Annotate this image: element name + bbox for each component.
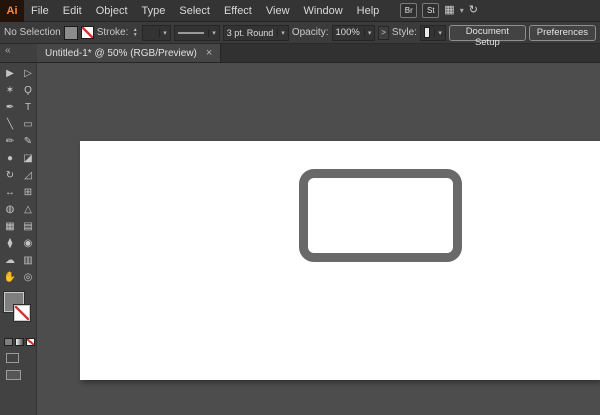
none-button[interactable] — [26, 338, 35, 346]
menu-item-select[interactable]: Select — [172, 0, 217, 21]
app-logo: Ai — [0, 0, 24, 22]
style-label: Style: — [392, 27, 417, 38]
sync-icon[interactable]: ↻ — [469, 3, 478, 18]
mesh-tool[interactable]: ▦ — [1, 218, 19, 235]
style-swatch — [424, 27, 430, 38]
blob-brush-tool[interactable]: ● — [1, 150, 19, 167]
blend-tool[interactable]: ◉ — [19, 235, 37, 252]
gradient-tool[interactable]: ▤ — [19, 218, 37, 235]
tool-grid: ▶▷✶Ϙ✒T╲▭✏✎●◪↻◿↔⊞◍△▦▤⧫◉☁▥✋◎ — [0, 63, 37, 286]
stroke-label: Stroke: — [97, 27, 129, 38]
chevron-down-icon[interactable]: ▾ — [434, 29, 442, 37]
brush-definition-dropdown[interactable]: 3 pt. Round ▾ — [223, 25, 289, 41]
direct-selection-tool[interactable]: ▷ — [19, 65, 37, 82]
rectangle-tool[interactable]: ▭ — [19, 116, 37, 133]
eraser-tool[interactable]: ◪ — [19, 150, 37, 167]
tools-panel: ▶▷✶Ϙ✒T╲▭✏✎●◪↻◿↔⊞◍△▦▤⧫◉☁▥✋◎ — [0, 63, 37, 415]
variable-width-profile-dropdown[interactable]: ▾ — [174, 25, 220, 41]
lasso-tool[interactable]: Ϙ — [19, 82, 37, 99]
brush-definition-value: 3 pt. Round — [227, 28, 274, 38]
scale-tool[interactable]: ◿ — [19, 167, 37, 184]
document-tab-bar: « Untitled-1* @ 50% (RGB/Preview) × — [0, 44, 600, 63]
menu-items: FileEditObjectTypeSelectEffectViewWindow… — [24, 0, 386, 21]
illustrator-window: Ai FileEditObjectTypeSelectEffectViewWin… — [0, 0, 600, 415]
menu-item-type[interactable]: Type — [135, 0, 173, 21]
canvas[interactable] — [37, 63, 600, 415]
width-tool[interactable]: ↔ — [1, 184, 19, 201]
chevron-down-icon[interactable]: ▾ — [277, 29, 285, 37]
menu-item-edit[interactable]: Edit — [56, 0, 89, 21]
paintbrush-tool[interactable]: ✏ — [1, 133, 19, 150]
workspace: ▶▷✶Ϙ✒T╲▭✏✎●◪↻◿↔⊞◍△▦▤⧫◉☁▥✋◎ — [0, 63, 600, 415]
color-button[interactable] — [4, 338, 13, 346]
control-bar: No Selection Stroke: ▲ ▼ ▾ ▾ 3 pt. Round… — [0, 22, 600, 44]
magic-wand-tool[interactable]: ✶ — [1, 82, 19, 99]
menu-item-effect[interactable]: Effect — [217, 0, 259, 21]
type-tool[interactable]: T — [19, 99, 37, 116]
zoom-tool[interactable]: ◎ — [19, 269, 37, 286]
eyedropper-tool[interactable]: ⧫ — [1, 235, 19, 252]
rotate-tool[interactable]: ↻ — [1, 167, 19, 184]
fill-stroke-indicator — [0, 292, 36, 334]
more-options-button[interactable]: > — [378, 26, 389, 40]
brushes-panel-button[interactable]: Br — [400, 3, 417, 18]
screen-mode-button[interactable] — [6, 370, 21, 380]
stepper-down-icon[interactable]: ▼ — [131, 33, 139, 38]
opacity-value[interactable]: 100% — [336, 27, 360, 38]
shape-builder-tool[interactable]: ◍ — [1, 201, 19, 218]
free-transform-tool[interactable]: ⊞ — [19, 184, 37, 201]
style-dropdown[interactable]: ▾ — [420, 25, 446, 41]
selection-tool[interactable]: ▶ — [1, 65, 19, 82]
rounded-rectangle-shape[interactable] — [299, 169, 462, 262]
selection-status: No Selection — [4, 27, 61, 38]
artboard[interactable] — [80, 141, 600, 380]
document-tab-title: Untitled-1* @ 50% (RGB/Preview) — [45, 48, 197, 59]
chevron-down-icon[interactable]: ▾ — [159, 29, 167, 37]
preferences-button[interactable]: Preferences — [529, 25, 596, 41]
line-segment-tool[interactable]: ╲ — [1, 116, 19, 133]
pencil-tool[interactable]: ✎ — [19, 133, 37, 150]
stroke-weight-stepper[interactable]: ▲ ▼ — [131, 28, 139, 38]
document-tab[interactable]: Untitled-1* @ 50% (RGB/Preview) × — [37, 44, 221, 62]
stroke-weight-dropdown[interactable]: ▾ — [142, 25, 171, 41]
menu-item-file[interactable]: File — [24, 0, 56, 21]
menu-item-object[interactable]: Object — [89, 0, 135, 21]
stroke-swatch[interactable] — [14, 305, 30, 321]
gradient-button[interactable] — [15, 338, 24, 346]
chevron-down-icon[interactable]: ▾ — [460, 6, 464, 15]
perspective-grid-tool[interactable]: △ — [19, 201, 37, 218]
menu-item-help[interactable]: Help — [350, 0, 387, 21]
workspace-switcher-icon[interactable]: ▦ — [444, 3, 454, 18]
opacity-field[interactable]: 100% ▾ — [332, 25, 376, 41]
opacity-label: Opacity: — [292, 27, 329, 38]
document-setup-button[interactable]: Document Setup — [449, 25, 526, 41]
menu-bar: Ai FileEditObjectTypeSelectEffectViewWin… — [0, 0, 600, 22]
chevron-down-icon[interactable]: ▾ — [208, 29, 216, 37]
stroke-color-swatch[interactable] — [81, 26, 94, 39]
hand-tool[interactable]: ✋ — [1, 269, 19, 286]
menu-item-window[interactable]: Window — [297, 0, 350, 21]
color-mode-buttons — [0, 334, 36, 346]
tab-close-icon[interactable]: × — [206, 48, 212, 58]
menu-item-view[interactable]: View — [259, 0, 297, 21]
column-graph-tool[interactable]: ▥ — [19, 252, 37, 269]
menubar-right-controls: Br St ▦ ▾ ↻ — [400, 3, 478, 18]
symbol-sprayer-tool[interactable]: ☁ — [1, 252, 19, 269]
styles-panel-button[interactable]: St — [422, 3, 439, 18]
chevron-down-icon[interactable]: ▾ — [364, 29, 372, 37]
drawing-mode-button[interactable] — [6, 353, 19, 363]
pen-tool[interactable]: ✒ — [1, 99, 19, 116]
fill-color-swatch[interactable] — [64, 26, 78, 40]
width-profile-preview — [178, 32, 204, 34]
toolbar-collapse-button[interactable]: « — [0, 44, 37, 62]
